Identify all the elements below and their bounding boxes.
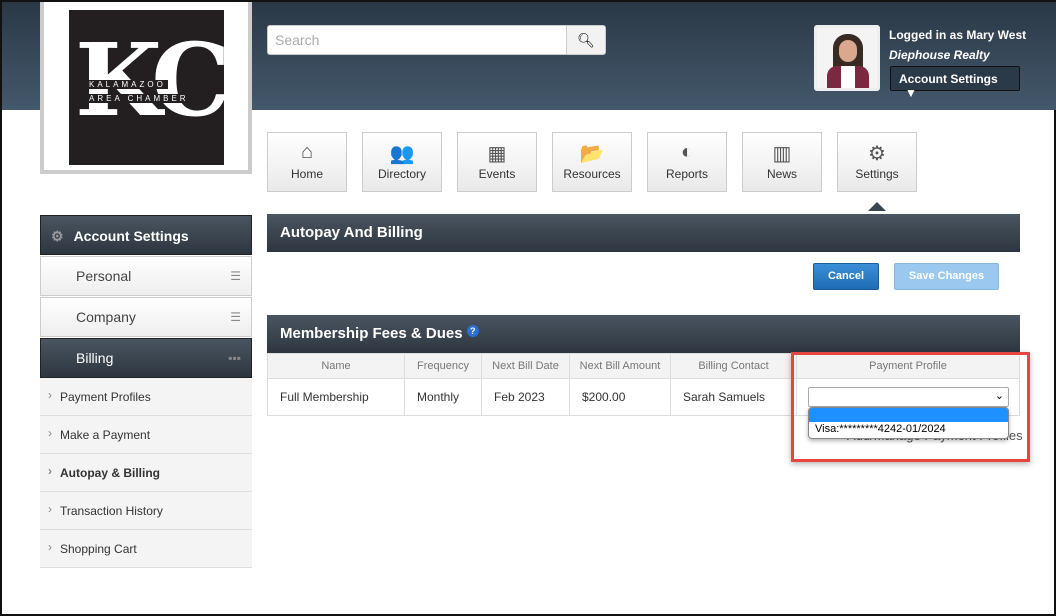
nav-home[interactable]: ⌂ Home bbox=[267, 132, 347, 192]
sidebar-item-billing[interactable]: Billing ▪▪▪ bbox=[40, 338, 252, 378]
search-icon: 🔍︎ bbox=[577, 32, 595, 48]
active-indicator bbox=[868, 202, 886, 211]
sidebar-header-label: Account Settings bbox=[73, 228, 189, 244]
sidebar-sub-autopay-billing[interactable]: Autopay & Billing bbox=[40, 454, 252, 492]
nav-label: News bbox=[766, 167, 797, 181]
section-title: Membership Fees & Dues bbox=[280, 325, 463, 342]
gear-icon: ⚙ bbox=[868, 143, 886, 165]
logo-line1: KALAMAZOO bbox=[87, 80, 168, 89]
page-title: Autopay And Billing bbox=[267, 214, 1020, 252]
logo-line2: AREA CHAMBER bbox=[87, 94, 191, 103]
sidebar-header: ⚙ Account Settings bbox=[40, 215, 252, 255]
sidebar-sub-transaction-history[interactable]: Transaction History bbox=[40, 492, 252, 530]
column-header: Billing Contact bbox=[670, 353, 797, 379]
column-header: Name bbox=[267, 353, 405, 379]
building-icon: ▥ bbox=[772, 143, 792, 165]
cell-name: Full Membership bbox=[267, 378, 405, 416]
sidebar: ⚙ Account Settings Personal ☰ Company ☰ Bil… bbox=[40, 215, 252, 568]
cell-frequency: Monthly bbox=[404, 378, 482, 416]
gear-icon: ⚙ bbox=[51, 228, 64, 244]
search-button[interactable]: 🔍︎ bbox=[566, 25, 606, 55]
nav-news[interactable]: ▥ News bbox=[742, 132, 822, 192]
sidebar-item-company[interactable]: Company ☰ bbox=[40, 297, 252, 337]
nav-label: Events bbox=[478, 167, 516, 181]
search-input[interactable]: Search bbox=[267, 25, 567, 55]
logo-box[interactable]: KC KALAMAZOO AREA CHAMBER bbox=[40, 2, 252, 174]
nav-directory[interactable]: 👥 Directory bbox=[362, 132, 442, 192]
cell-next-bill-amount: $200.00 bbox=[569, 378, 671, 416]
nav-label: Home bbox=[290, 167, 323, 181]
sidebar-item-label: Personal bbox=[76, 268, 132, 284]
column-header: Frequency bbox=[404, 353, 482, 379]
nav-resources[interactable]: 📂 Resources bbox=[552, 132, 632, 192]
cell-billing-contact: Sarah Samuels bbox=[670, 378, 797, 416]
company-name: Diephouse Realty bbox=[889, 48, 990, 62]
users-icon: 👥 bbox=[389, 143, 415, 165]
sidebar-sub-make-payment[interactable]: Make a Payment bbox=[40, 416, 252, 454]
pie-chart-icon: ◐ bbox=[680, 141, 694, 163]
nav-label: Reports bbox=[665, 167, 709, 181]
sidebar-sub-payment-profiles[interactable]: Payment Profiles bbox=[40, 378, 252, 416]
avatar bbox=[814, 25, 880, 91]
nav-label: Resources bbox=[563, 167, 621, 181]
grid-icon: ▪▪▪ bbox=[228, 351, 241, 365]
caret-down-icon: ▼ bbox=[905, 86, 917, 100]
nav-label: Settings bbox=[855, 167, 899, 181]
nav-label: Directory bbox=[377, 167, 426, 181]
section-header: Membership Fees & Dues ? bbox=[267, 315, 1020, 353]
cancel-button[interactable]: Cancel bbox=[813, 263, 879, 290]
login-text: Logged in as Mary West bbox=[889, 28, 1027, 42]
sidebar-item-label: Company bbox=[76, 309, 136, 325]
menu-icon: ☰ bbox=[230, 269, 241, 283]
sidebar-item-personal[interactable]: Personal ☰ bbox=[40, 256, 252, 296]
cell-next-bill-date: Feb 2023 bbox=[481, 378, 570, 416]
nav-settings[interactable]: ⚙ Settings bbox=[837, 132, 917, 192]
home-icon: ⌂ bbox=[300, 141, 314, 163]
nav-reports[interactable]: ◐ Reports bbox=[647, 132, 727, 192]
column-header: Next Bill Date bbox=[481, 353, 570, 379]
column-header: Next Bill Amount bbox=[569, 353, 671, 379]
nav-events[interactable]: ▦ Events bbox=[457, 132, 537, 192]
account-settings-label: Account Settings bbox=[899, 72, 998, 86]
sidebar-sub-shopping-cart[interactable]: Shopping Cart bbox=[40, 530, 252, 568]
highlight-box bbox=[791, 352, 1030, 462]
account-settings-button[interactable]: Account Settings ▼ bbox=[890, 66, 1020, 100]
calendar-icon: ▦ bbox=[487, 143, 507, 165]
folder-icon: 📂 bbox=[579, 143, 605, 165]
save-changes-button[interactable]: Save Changes bbox=[894, 263, 999, 290]
chamber-logo: KC KALAMAZOO AREA CHAMBER bbox=[69, 10, 231, 165]
help-icon[interactable]: ? bbox=[466, 325, 479, 337]
menu-icon: ☰ bbox=[230, 310, 241, 324]
sidebar-item-label: Billing bbox=[76, 350, 114, 366]
